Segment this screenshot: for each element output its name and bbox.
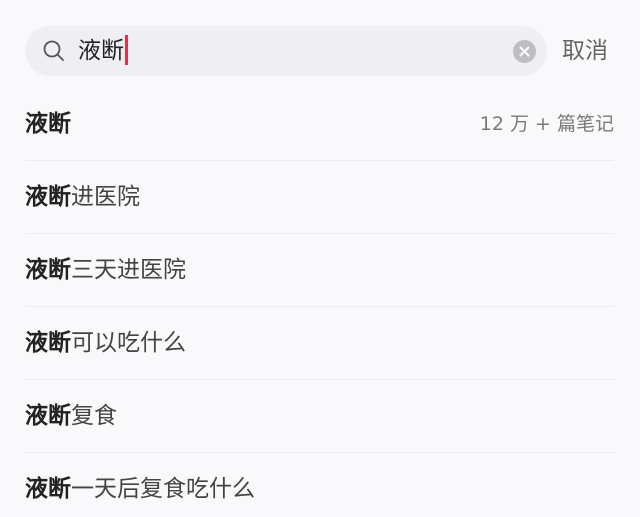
suggestion-keyword: 液断 bbox=[25, 476, 71, 502]
suggestion-item[interactable]: 液断一天后复食吃什么 bbox=[25, 453, 614, 517]
search-query[interactable]: 液断 bbox=[78, 34, 128, 67]
suggestion-text: 液断三天进医院 bbox=[25, 253, 186, 287]
suggestion-item[interactable]: 液断可以吃什么 bbox=[25, 307, 614, 380]
search-icon bbox=[42, 39, 66, 63]
suggestion-text: 液断可以吃什么 bbox=[25, 326, 186, 360]
suggestion-text: 液断 bbox=[25, 107, 71, 141]
suggestion-keyword: 液断 bbox=[25, 403, 71, 429]
suggestion-text: 液断复食 bbox=[25, 399, 117, 433]
suggestion-item[interactable]: 液断进医院 bbox=[25, 161, 614, 234]
search-input[interactable]: 液断 bbox=[25, 26, 547, 76]
suggestion-rest: 进医院 bbox=[71, 184, 140, 210]
search-query-text: 液断 bbox=[78, 38, 124, 64]
suggestion-keyword: 液断 bbox=[25, 330, 71, 356]
cancel-button[interactable]: 取消 bbox=[562, 34, 608, 68]
suggestion-item[interactable]: 液断 12 万 + 篇笔记 bbox=[25, 88, 614, 161]
text-caret bbox=[125, 34, 128, 65]
note-count: 12 万 + 篇笔记 bbox=[479, 113, 614, 135]
suggestion-keyword: 液断 bbox=[25, 184, 71, 210]
suggestion-rest: 可以吃什么 bbox=[71, 330, 186, 356]
suggestion-item[interactable]: 液断复食 bbox=[25, 380, 614, 453]
suggestion-text: 液断一天后复食吃什么 bbox=[25, 472, 255, 506]
clear-icon[interactable] bbox=[513, 40, 536, 63]
suggestion-rest: 复食 bbox=[71, 403, 117, 429]
suggestion-rest: 三天进医院 bbox=[71, 257, 186, 283]
suggestion-list: 液断 12 万 + 篇笔记 液断进医院 液断三天进医院 液断可以吃什么 液断复食… bbox=[0, 88, 640, 517]
suggestion-item[interactable]: 液断三天进医院 bbox=[25, 234, 614, 307]
suggestion-keyword: 液断 bbox=[25, 111, 71, 137]
suggestion-text: 液断进医院 bbox=[25, 180, 140, 214]
suggestion-keyword: 液断 bbox=[25, 257, 71, 283]
suggestion-rest: 一天后复食吃什么 bbox=[71, 476, 255, 502]
search-page: 液断 取消 液断 12 万 + 篇笔记 液断进医院 液断三天进医院 液断可以吃什… bbox=[0, 0, 640, 517]
